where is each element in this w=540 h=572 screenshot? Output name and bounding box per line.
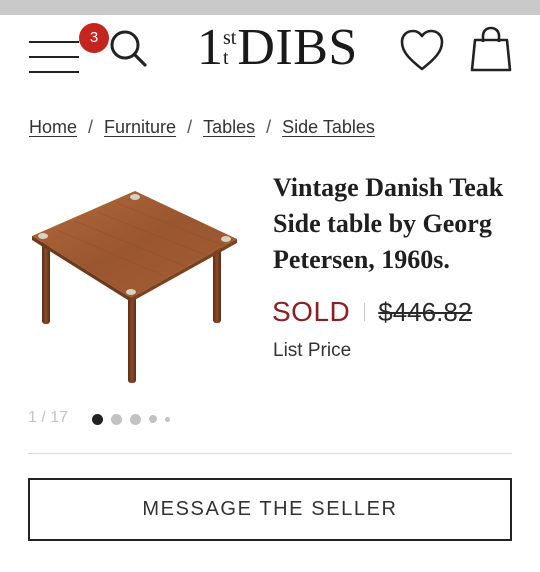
list-price-label: List Price — [273, 340, 352, 361]
heart-icon — [400, 29, 444, 71]
breadcrumb-separator: / — [266, 116, 272, 137]
breadcrumb-home[interactable]: Home — [29, 117, 77, 138]
breadcrumb-separator: / — [88, 116, 94, 137]
breadcrumb-side-tables[interactable]: Side Tables — [282, 117, 375, 138]
cart-count-badge: 3 — [79, 23, 109, 53]
site-header: 3 1 st t DIBS — [0, 15, 540, 85]
site-logo[interactable]: 1 st t DIBS — [197, 18, 358, 78]
price-divider — [364, 303, 366, 321]
breadcrumb: Home / Furniture / Tables / Side Tables — [29, 116, 375, 138]
message-seller-button[interactable]: MESSAGE THE SELLER — [28, 478, 512, 541]
carousel-dot[interactable] — [165, 416, 170, 422]
carousel-dot[interactable] — [92, 413, 103, 425]
carousel-dots — [92, 412, 178, 426]
carousel-dot[interactable] — [149, 415, 157, 423]
price-row: SOLD $446.82 — [272, 294, 472, 330]
product-title: Vintage Danish Teak Side table by Georg … — [273, 173, 504, 274]
product-image[interactable] — [27, 175, 249, 390]
status-strip — [0, 0, 540, 15]
list-price-value: $446.82 — [378, 296, 473, 327]
breadcrumb-furniture[interactable]: Furniture — [104, 117, 176, 138]
menu-button[interactable]: 3 — [27, 23, 109, 75]
search-button[interactable] — [108, 28, 150, 70]
sold-status: SOLD — [272, 296, 351, 327]
section-divider — [28, 453, 512, 454]
shopping-bag-button[interactable] — [468, 25, 514, 73]
shopping-bag-icon — [470, 26, 512, 72]
carousel-dot[interactable] — [130, 413, 141, 425]
image-counter: 1 / 17 — [28, 409, 69, 426]
favorites-button[interactable] — [398, 27, 446, 73]
search-icon — [110, 30, 147, 67]
breadcrumb-separator: / — [187, 116, 193, 137]
carousel-dot[interactable] — [111, 413, 122, 425]
product-page: 3 1 st t DIBS Home / Furniture / Tables … — [0, 0, 540, 572]
breadcrumb-tables[interactable]: Tables — [203, 117, 255, 138]
